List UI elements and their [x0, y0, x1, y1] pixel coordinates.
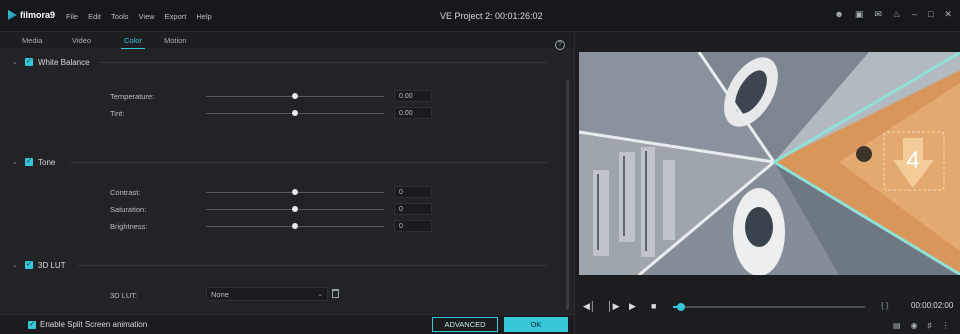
menu-edit[interactable]: Edit: [88, 12, 101, 21]
brightness-slider[interactable]: [206, 223, 384, 229]
split-screen-preview-image: 4: [579, 52, 960, 275]
menu-bar: File Edit Tools View Export Help: [66, 12, 212, 21]
ok-button[interactable]: OK: [504, 317, 568, 332]
saturation-knob[interactable]: [292, 206, 298, 212]
mail-icon[interactable]: ✉: [874, 9, 882, 20]
minimize-icon[interactable]: –: [912, 9, 917, 20]
menu-view[interactable]: View: [139, 12, 155, 21]
brightness-knob[interactable]: [292, 223, 298, 229]
temperature-knob[interactable]: [292, 93, 298, 99]
temperature-value[interactable]: 0.00: [394, 90, 432, 102]
lut-header[interactable]: ⌄ ✓ 3D LUT: [12, 258, 66, 272]
panel-scrollbar[interactable]: [566, 80, 569, 310]
notification-icon[interactable]: ♨: [893, 9, 901, 20]
menu-file[interactable]: File: [66, 12, 78, 21]
chevron-down-icon[interactable]: ⌄: [12, 58, 20, 66]
tab-color[interactable]: Color: [121, 36, 145, 49]
play-icon[interactable]: ▶: [629, 301, 636, 312]
contrast-label: Contrast:: [110, 188, 141, 197]
lut-label: 3D LUT:: [110, 291, 138, 300]
project-title: VE Project 2: 00:01:26:02: [440, 11, 543, 21]
snapshot-icon[interactable]: ◉: [911, 321, 918, 330]
render-preview-icon[interactable]: ▤: [893, 321, 901, 330]
advanced-button[interactable]: ADVANCED: [432, 317, 498, 332]
tone-header[interactable]: ⌄ ✓ Tone: [12, 155, 55, 169]
tab-motion[interactable]: Motion: [164, 36, 187, 45]
maximize-icon[interactable]: □: [928, 9, 933, 20]
chevron-down-icon[interactable]: ⌄: [12, 261, 20, 269]
menu-help[interactable]: Help: [196, 12, 211, 21]
title-bar: filmora9 File Edit Tools View Export Hel…: [0, 0, 960, 32]
menu-tools[interactable]: Tools: [111, 12, 129, 21]
current-timecode: 00:00:02:00: [911, 301, 954, 310]
video-preview: 4: [579, 52, 960, 275]
countdown-number: 4: [906, 147, 919, 174]
chevron-down-icon[interactable]: ⌄: [12, 158, 20, 166]
tint-knob[interactable]: [292, 110, 298, 116]
user-icon[interactable]: ☻: [834, 9, 843, 20]
saturation-label: Saturation:: [110, 205, 147, 214]
tone-checkbox[interactable]: ✓: [25, 158, 33, 166]
lut-selected-value: None: [211, 290, 229, 299]
tab-video[interactable]: Video: [72, 36, 91, 45]
tint-label: Tint:: [110, 109, 125, 118]
temperature-label: Temperature:: [110, 92, 155, 101]
menu-export[interactable]: Export: [165, 12, 187, 21]
divider: [70, 162, 548, 163]
volume-icon[interactable]: ♯: [928, 321, 932, 330]
playback-progress-bar[interactable]: [673, 303, 865, 311]
preview-panel: 4 ◀│ │▶ ▶ ■ { } 00:00:02:00 ▤ ◉ ♯ ⋮: [574, 32, 960, 334]
brightness-value[interactable]: 0: [394, 220, 432, 232]
app-name: filmora9: [20, 10, 56, 20]
tone-title: Tone: [38, 157, 56, 167]
step-back-icon[interactable]: ◀│: [583, 301, 596, 312]
fullscreen-icon[interactable]: ⋮: [942, 321, 950, 330]
temperature-slider[interactable]: [206, 93, 384, 99]
contrast-slider[interactable]: [206, 189, 384, 195]
lut-dropdown[interactable]: None ⌄: [206, 287, 328, 301]
playhead-knob[interactable]: [676, 303, 685, 311]
white-balance-title: White Balance: [38, 57, 90, 67]
brightness-label: Brightness:: [110, 222, 148, 231]
stop-icon[interactable]: ■: [651, 301, 656, 311]
split-screen-checkbox[interactable]: ✓: [28, 321, 36, 329]
tab-media[interactable]: Media: [22, 36, 42, 45]
chevron-down-icon: ⌄: [317, 291, 323, 298]
white-balance-header[interactable]: ⌄ ✓ White Balance: [12, 55, 90, 69]
contrast-value[interactable]: 0: [394, 186, 432, 198]
window-controls: ☻ ▣ ✉ ♨ – □ ✕: [834, 9, 952, 20]
lut-title: 3D LUT: [38, 260, 66, 270]
filmora-logo-icon: [8, 10, 17, 20]
color-edit-panel: Media Video Color Motion ? ⌄ ✓ White Bal…: [0, 32, 574, 334]
store-icon[interactable]: ▣: [855, 9, 864, 20]
divider: [78, 265, 548, 266]
panel-footer: ✓ Enable Split Screen animation ADVANCED…: [0, 314, 574, 334]
help-icon[interactable]: ?: [555, 40, 565, 50]
saturation-value[interactable]: 0: [394, 203, 432, 215]
step-forward-icon[interactable]: │▶: [607, 301, 620, 312]
contrast-knob[interactable]: [292, 189, 298, 195]
trash-icon[interactable]: [332, 289, 339, 298]
app-logo: filmora9: [8, 10, 55, 20]
edit-tabs: Media Video Color Motion: [0, 32, 574, 49]
mark-in-out-icon[interactable]: { }: [881, 301, 889, 310]
playback-controls: ◀│ │▶ ▶ ■ { } 00:00:02:00 ▤ ◉ ♯ ⋮: [575, 290, 960, 334]
preview-tools: ▤ ◉ ♯ ⋮: [893, 321, 950, 330]
saturation-slider[interactable]: [206, 206, 384, 212]
split-screen-label: Enable Split Screen animation: [40, 320, 148, 329]
close-icon[interactable]: ✕: [944, 9, 952, 20]
tint-value[interactable]: 0.00: [394, 107, 432, 119]
divider: [98, 62, 548, 63]
white-balance-checkbox[interactable]: ✓: [25, 58, 33, 66]
tint-slider[interactable]: [206, 110, 384, 116]
lut-checkbox[interactable]: ✓: [25, 261, 33, 269]
